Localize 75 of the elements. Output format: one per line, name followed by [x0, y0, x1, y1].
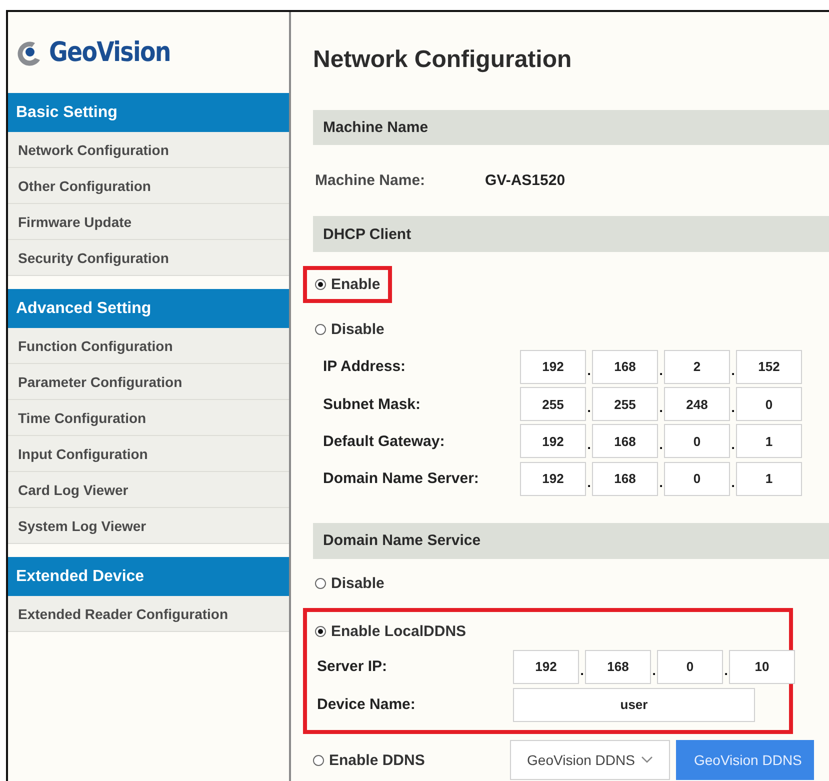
field-label: Subnet Mask: — [322, 396, 422, 413]
field-label: Device Name: — [316, 696, 416, 714]
radio-button[interactable] — [315, 278, 326, 290]
ip-octet-field[interactable]: 168 — [592, 462, 658, 496]
ip-octet-field[interactable]: 1 — [736, 462, 802, 496]
sidebar-item[interactable]: Time Configuration — [8, 400, 289, 436]
radio-option[interactable]: Enable — [315, 276, 380, 293]
dot-separator: . — [586, 400, 592, 418]
radio-option[interactable]: Enable DDNS — [313, 752, 510, 769]
ip-octet-field[interactable]: 192 — [520, 424, 586, 458]
dot-separator: . — [730, 362, 736, 380]
ip-octet-field[interactable]: 0 — [664, 424, 730, 458]
radio-button[interactable] — [315, 626, 326, 638]
chevron-down-icon — [640, 756, 653, 764]
ip-octet-field[interactable]: 2 — [664, 350, 730, 384]
field-label: Domain Name Server: — [322, 470, 480, 488]
dot-separator: . — [586, 437, 592, 454]
ip-octet-field[interactable]: 1 — [736, 424, 802, 458]
sidebar-item[interactable]: System Log Viewer — [8, 508, 289, 544]
radio-option[interactable]: Disable — [315, 574, 384, 592]
field-label: IP Address: — [322, 358, 407, 376]
ip-octet-field[interactable]: 152 — [736, 350, 802, 384]
sidebar-item[interactable]: Security Configuration — [8, 240, 289, 276]
dot-separator: . — [651, 662, 657, 680]
field-label: Default Gateway: — [322, 432, 446, 450]
dot-separator: . — [658, 400, 664, 418]
ip-octet-field[interactable]: 255 — [520, 387, 586, 422]
radio-button[interactable] — [315, 578, 326, 589]
ip-octet-field[interactable]: 192 — [520, 350, 586, 384]
sidebar-group-header: Extended Device — [8, 557, 289, 596]
sidebar-item[interactable]: Other Configuration — [8, 168, 289, 204]
sidebar-item[interactable]: Firmware Update — [8, 204, 289, 240]
dot-separator: . — [586, 474, 592, 492]
ip-octet-field[interactable]: 192 — [513, 650, 579, 684]
sidebar-item[interactable]: Input Configuration — [8, 436, 289, 472]
radio-option[interactable]: Enable LocalDDNS — [315, 623, 466, 640]
field-label: Server IP: — [316, 658, 388, 676]
dot-separator: . — [730, 400, 736, 418]
ip-octet-field[interactable]: 10 — [729, 650, 795, 684]
ip-octet-field[interactable]: 0 — [664, 462, 730, 496]
sidebar-item[interactable]: Network Configuration — [8, 132, 289, 168]
machine-name-value: GV-AS1520 — [485, 172, 566, 190]
dot-separator: . — [730, 437, 736, 454]
page-title: Network Configuration — [313, 46, 573, 74]
logo-text: GeoVision — [49, 37, 170, 68]
dot-separator: . — [579, 662, 585, 680]
ip-octet-field[interactable]: 255 — [592, 387, 658, 422]
radio-button[interactable] — [313, 754, 324, 766]
dot-separator: . — [723, 662, 729, 680]
ip-octet-field[interactable]: 168 — [592, 424, 658, 458]
ip-octet-field[interactable]: 168 — [585, 650, 651, 684]
ddns-provider-dropdown[interactable]: GeoVision DDNS — [510, 740, 670, 780]
ip-octet-field[interactable]: 248 — [664, 387, 730, 422]
section-header: DHCP Client — [313, 216, 829, 252]
sidebar-item[interactable]: Extended Reader Configuration — [8, 596, 289, 632]
ip-octet-field[interactable]: 0 — [657, 650, 723, 684]
section-header: Domain Name Service — [313, 523, 829, 559]
sidebar-item[interactable]: Function Configuration — [8, 328, 289, 364]
sidebar-item[interactable]: Card Log Viewer — [8, 472, 289, 508]
dot-separator: . — [658, 474, 664, 492]
ip-octet-field[interactable]: 192 — [520, 462, 586, 496]
sidebar-group-header: Basic Setting — [8, 93, 289, 132]
sidebar-group-header: Advanced Setting — [8, 289, 289, 328]
ip-octet-field[interactable]: 0 — [736, 387, 802, 422]
dot-separator: . — [658, 437, 664, 454]
sidebar-item[interactable]: Parameter Configuration — [8, 364, 289, 400]
dot-separator: . — [586, 362, 592, 380]
radio-option[interactable]: Disable — [315, 320, 384, 338]
device-name-field[interactable]: user — [513, 688, 755, 722]
ip-octet-field[interactable]: 168 — [592, 350, 658, 384]
dot-separator: . — [730, 474, 736, 492]
field-label: Machine Name: — [314, 172, 426, 190]
section-header: Machine Name — [313, 110, 829, 146]
dot-separator: . — [658, 362, 664, 380]
radio-button[interactable] — [315, 324, 326, 335]
